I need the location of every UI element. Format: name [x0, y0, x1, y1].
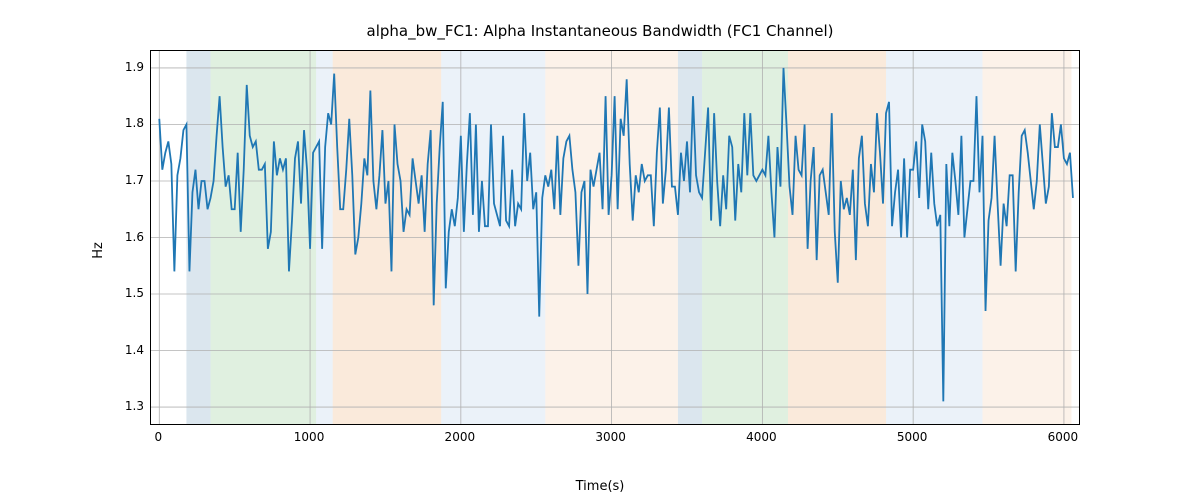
- x-tick-label: 1000: [294, 430, 325, 444]
- chart-title: alpha_bw_FC1: Alpha Instantaneous Bandwi…: [0, 22, 1200, 40]
- x-tick-label: 3000: [595, 430, 626, 444]
- y-axis-label: Hz: [90, 0, 107, 500]
- y-tick-label: 1.8: [104, 116, 144, 130]
- plot-area: [151, 51, 1079, 424]
- x-tick-label: 4000: [746, 430, 777, 444]
- x-tick-label: 0: [154, 430, 162, 444]
- y-tick-label: 1.4: [104, 343, 144, 357]
- figure: alpha_bw_FC1: Alpha Instantaneous Bandwi…: [0, 0, 1200, 500]
- y-tick-label: 1.6: [104, 230, 144, 244]
- y-tick-label: 1.7: [104, 173, 144, 187]
- x-axis-label: Time(s): [0, 479, 1200, 494]
- y-tick-label: 1.3: [104, 399, 144, 413]
- x-tick-label: 6000: [1048, 430, 1079, 444]
- axes: [150, 50, 1080, 425]
- y-tick-label: 1.5: [104, 286, 144, 300]
- x-tick-label: 2000: [445, 430, 476, 444]
- y-tick-label: 1.9: [104, 60, 144, 74]
- x-tick-label: 5000: [897, 430, 928, 444]
